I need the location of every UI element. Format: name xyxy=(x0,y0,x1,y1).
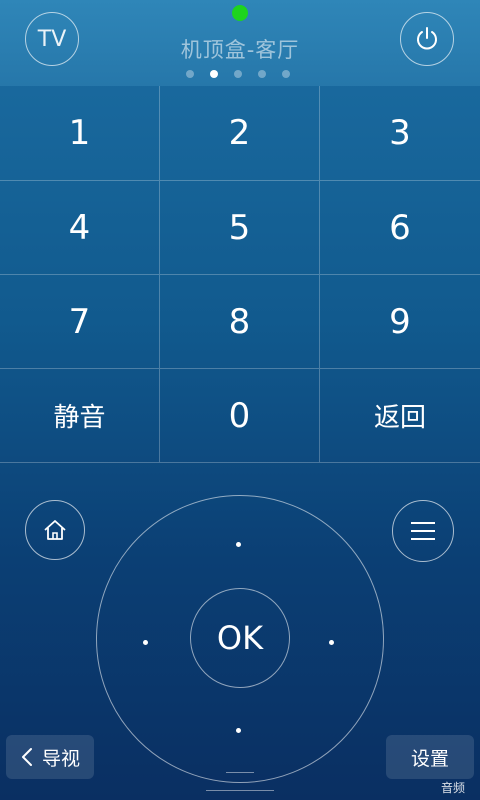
key-3[interactable]: 3 xyxy=(320,86,480,180)
settings-label: 设置 xyxy=(410,747,449,770)
drawer-handle-line xyxy=(206,790,274,791)
key-6[interactable]: 6 xyxy=(320,180,480,274)
mute-button[interactable]: 静音 xyxy=(0,368,160,462)
up-arrow-button[interactable] xyxy=(236,542,241,547)
down-arrow-button[interactable] xyxy=(236,728,241,733)
guide-label: 导视 xyxy=(41,747,80,770)
page-dot-active xyxy=(210,70,218,78)
left-arrow-button[interactable] xyxy=(143,640,148,645)
key-2[interactable]: 2 xyxy=(160,86,320,180)
page-indicator xyxy=(186,70,290,78)
menu-icon xyxy=(411,522,435,540)
home-icon xyxy=(44,520,66,540)
page-dot xyxy=(282,70,290,78)
key-1[interactable]: 1 xyxy=(0,86,160,180)
key-4[interactable]: 4 xyxy=(0,180,160,274)
chevron-left-icon xyxy=(21,748,32,766)
number-keypad: 1 2 3 4 5 6 7 8 9 静音 0 返回 xyxy=(0,86,480,463)
page-dot xyxy=(234,70,242,78)
home-button[interactable] xyxy=(25,500,85,560)
audio-toggle[interactable]: 音频 xyxy=(441,779,465,796)
settings-button[interactable]: 设置 xyxy=(386,735,474,779)
ok-button[interactable]: OK xyxy=(190,588,290,688)
menu-button[interactable] xyxy=(392,500,454,562)
key-5[interactable]: 5 xyxy=(160,180,320,274)
key-9[interactable]: 9 xyxy=(320,274,480,368)
page-dot xyxy=(186,70,194,78)
guide-button[interactable]: 导视 xyxy=(6,735,94,779)
ok-label: OK xyxy=(216,619,264,657)
page-dot xyxy=(258,70,266,78)
right-arrow-button[interactable] xyxy=(329,640,334,645)
status-led xyxy=(232,5,248,21)
power-icon xyxy=(417,27,437,50)
power-button[interactable] xyxy=(400,12,454,66)
key-8[interactable]: 8 xyxy=(160,274,320,368)
drawer-handle xyxy=(226,772,254,773)
key-7[interactable]: 7 xyxy=(0,274,160,368)
back-button[interactable]: 返回 xyxy=(320,368,480,462)
key-0[interactable]: 0 xyxy=(160,368,320,462)
